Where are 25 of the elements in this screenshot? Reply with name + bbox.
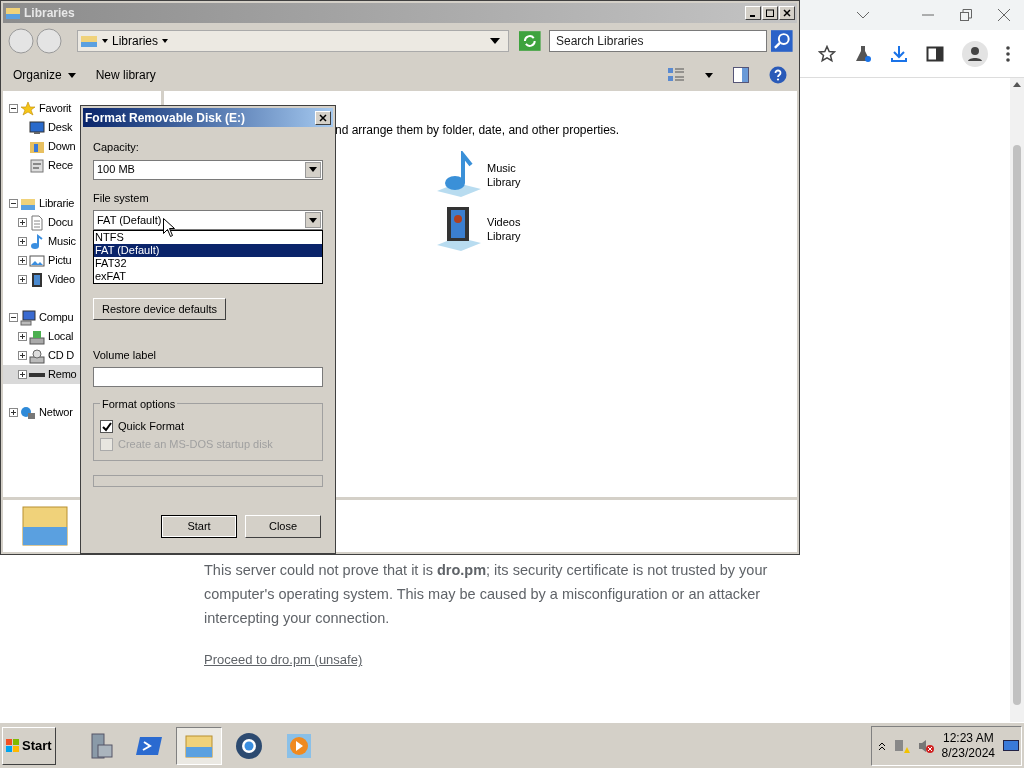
window-title: Libraries: [24, 5, 76, 22]
nav-label: Local: [48, 329, 74, 345]
nav-label: Networ: [39, 405, 73, 421]
address-text: Libraries: [112, 33, 159, 50]
nav-label: Video: [48, 272, 75, 288]
clock-time: 12:23 AM: [942, 730, 994, 746]
nav-label: Pictu: [48, 253, 72, 269]
nav-label: Desk: [48, 120, 73, 136]
nav-label: Favorit: [39, 101, 72, 117]
dialog-title: Format Removable Disk (E:): [85, 109, 247, 127]
library-description: nd arrange them by folder, date, and other properties.: [335, 122, 621, 139]
field-label: File system: [93, 190, 150, 206]
field-label: Volume label: [93, 348, 157, 363]
nav-label: Remo: [48, 367, 77, 383]
nav-label: Rece: [48, 158, 73, 174]
nav-label: Down: [48, 139, 76, 155]
error-message: This server could not prove that it is dro.pm; its security certificate is not trusted by your computer's operating system. This may be caused by a misconfiguration or an attacker intercepting your connection.: [204, 561, 769, 628]
nav-label: Music: [48, 234, 76, 250]
field-label: Capacity:: [93, 140, 140, 155]
nav-label: Compu: [39, 310, 74, 326]
clock-date: 8/23/2024: [941, 745, 995, 761]
nav-label: Docu: [48, 215, 73, 231]
nav-label: CD D: [48, 348, 75, 364]
nav-label: Librarie: [39, 196, 75, 212]
checkbox-label: Quick Format: [118, 419, 184, 435]
